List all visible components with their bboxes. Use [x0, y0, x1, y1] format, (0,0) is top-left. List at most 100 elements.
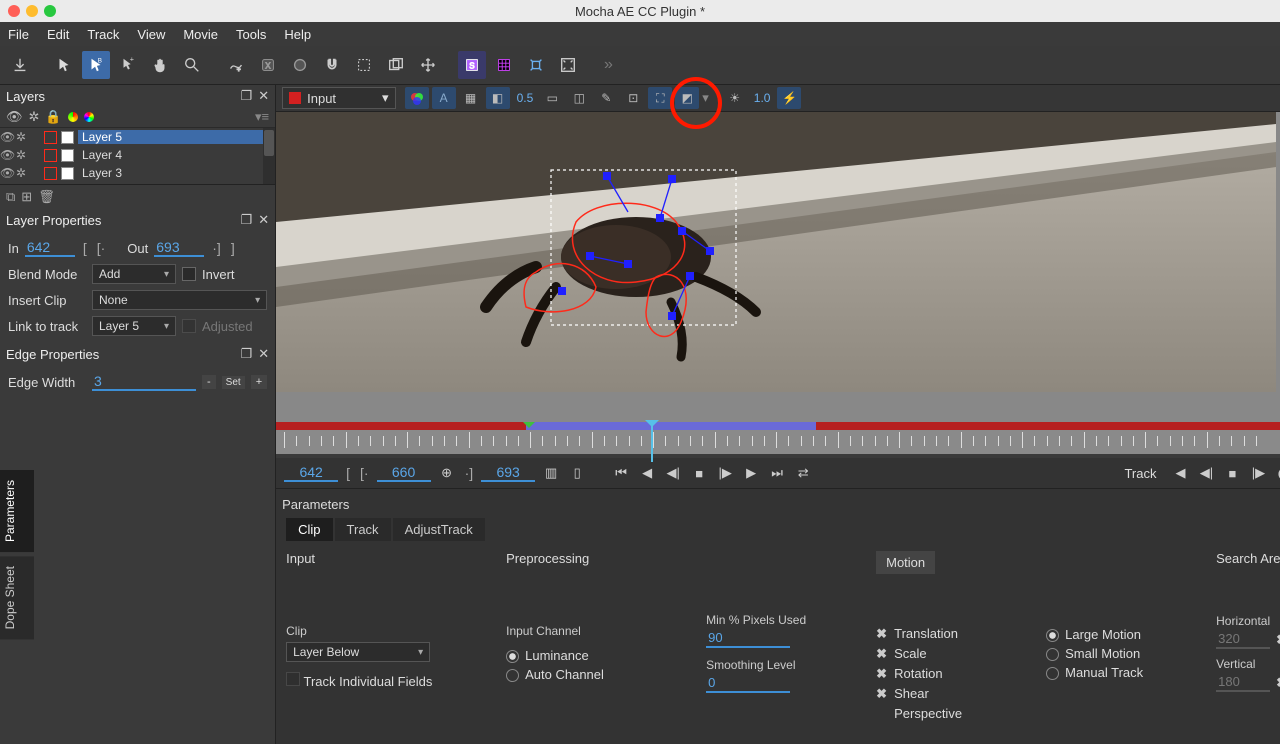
pan-tool[interactable] — [146, 51, 174, 79]
bezier-tool[interactable] — [286, 51, 314, 79]
track-stop-icon[interactable]: ■ — [1222, 463, 1242, 483]
viewer[interactable] — [276, 112, 1280, 422]
adjusted-checkbox[interactable] — [182, 319, 196, 333]
menu-track[interactable]: Track — [87, 27, 119, 42]
show-spline-tangents[interactable]: ◫ — [567, 87, 591, 109]
vertical-field[interactable] — [1216, 673, 1270, 692]
set-out-current[interactable]: ·] — [463, 465, 476, 481]
menu-file[interactable]: File — [8, 27, 29, 42]
panel-close-icon[interactable]: ✕ — [258, 88, 269, 104]
alpha-icon[interactable]: A — [432, 87, 456, 109]
range-out-field[interactable] — [481, 464, 535, 482]
bracket-in-cur[interactable]: [· — [95, 240, 108, 256]
panel-undock-icon[interactable]: ❐ — [241, 88, 253, 104]
lock-icon[interactable]: 🔒 — [45, 109, 61, 125]
tab-clip[interactable]: Clip — [286, 518, 332, 541]
tab-adjusttrack[interactable]: AdjustTrack — [393, 518, 485, 541]
horizontal-field[interactable] — [1216, 630, 1270, 649]
out-field[interactable] — [154, 239, 204, 257]
save-button[interactable] — [6, 51, 34, 79]
edge-width-set[interactable]: Set — [222, 376, 245, 389]
large-motion-radio[interactable] — [1046, 629, 1059, 642]
panel-close-icon[interactable]: ✕ — [258, 346, 269, 362]
layers-scrollbar[interactable] — [263, 128, 275, 184]
show-planar-grid[interactable] — [490, 51, 518, 79]
scale-checkbox[interactable]: ✖ — [876, 646, 890, 662]
color-picker-icon[interactable]: ✎ — [594, 87, 618, 109]
expand-view[interactable] — [554, 51, 582, 79]
enable-brightness[interactable]: ⚡ — [777, 87, 801, 109]
show-planar-surface[interactable]: S — [458, 51, 486, 79]
show-zoom-window[interactable]: ⊡ — [621, 87, 645, 109]
edge-width-plus[interactable]: + — [251, 375, 267, 389]
freehand-tool[interactable] — [350, 51, 378, 79]
xspline-tool[interactable]: + — [222, 51, 250, 79]
current-frame-field[interactable] — [377, 464, 431, 482]
panel-undock-icon[interactable]: ❐ — [241, 212, 253, 228]
blend-mode-select[interactable]: Add — [92, 264, 176, 284]
stabilize-icon[interactable]: ⛶ — [648, 87, 672, 109]
invert-checkbox[interactable] — [182, 267, 196, 281]
matte-color-icon[interactable] — [84, 112, 94, 122]
layer-row[interactable]: 👁✲Layer 5 — [0, 128, 275, 146]
panel-close-icon[interactable]: ✕ — [258, 212, 269, 228]
track-fwd-one-icon[interactable]: |▶ — [1248, 463, 1268, 483]
shear-checkbox[interactable]: ✖ — [876, 686, 890, 702]
step-fwd-icon[interactable]: |▶ — [715, 463, 735, 483]
toolbar-overflow-icon[interactable]: » — [604, 56, 613, 74]
menu-view[interactable]: View — [137, 27, 165, 42]
clip-select[interactable]: Layer Below — [286, 642, 430, 662]
edge-width-minus[interactable]: - — [202, 375, 216, 389]
group-layer-icon[interactable]: ⊞ — [21, 189, 32, 205]
gear-icon[interactable]: ✲ — [29, 109, 40, 125]
layer-row[interactable]: 👁✲Layer 4 — [0, 146, 275, 164]
trace-icon[interactable]: ◩ — [675, 87, 699, 109]
menu-help[interactable]: Help — [284, 27, 311, 42]
zoom-timeline-in-icon[interactable]: ⊕ — [437, 463, 457, 483]
vert-auto-checkbox[interactable]: ✖ — [1276, 675, 1280, 691]
zoom-tool[interactable] — [178, 51, 206, 79]
magnetic-tool[interactable] — [318, 51, 346, 79]
overlay-opacity[interactable]: 0.5 — [513, 91, 538, 105]
menu-edit[interactable]: Edit — [47, 27, 69, 42]
edge-width-field[interactable] — [92, 373, 196, 391]
tab-track[interactable]: Track — [335, 518, 391, 541]
bracket-in-start[interactable]: [ — [81, 240, 89, 256]
overlay-icon[interactable]: ◧ — [486, 87, 510, 109]
show-layer-mattes[interactable]: ▦ — [459, 87, 483, 109]
menu-tools[interactable]: Tools — [236, 27, 266, 42]
play-back-icon[interactable]: ◀ — [637, 463, 657, 483]
fit-timeline-icon[interactable]: ▯ — [567, 463, 587, 483]
rotation-checkbox[interactable]: ✖ — [876, 666, 890, 682]
timeline-ruler[interactable] — [276, 430, 1280, 454]
source-select[interactable]: Input▾ — [282, 87, 395, 109]
range-in-field[interactable] — [284, 464, 338, 482]
manual-track-radio[interactable] — [1046, 667, 1059, 680]
layers-menu-icon[interactable]: ▾≡ — [255, 109, 269, 125]
stop-icon[interactable]: ■ — [689, 463, 709, 483]
panel-undock-icon[interactable]: ❐ — [241, 346, 253, 362]
auto-channel-radio[interactable] — [506, 669, 519, 682]
small-motion-radio[interactable] — [1046, 648, 1059, 661]
duplicate-layer-icon[interactable]: ⧉ — [6, 189, 15, 205]
select-both-tool[interactable]: B — [82, 51, 110, 79]
min-pixels-field[interactable] — [706, 629, 790, 648]
track-individual-checkbox[interactable] — [286, 672, 300, 686]
translation-checkbox[interactable]: ✖ — [876, 626, 890, 642]
expand-surface[interactable] — [522, 51, 550, 79]
link-track-select[interactable]: Layer 5 — [92, 316, 176, 336]
in-marker[interactable] — [523, 422, 535, 434]
track-back-one-icon[interactable]: ◀| — [1196, 463, 1216, 483]
transform-tool[interactable] — [414, 51, 442, 79]
play-fwd-icon[interactable]: ▶ — [741, 463, 761, 483]
step-back-icon[interactable]: ◀| — [663, 463, 683, 483]
brightness-icon[interactable]: ☀ — [723, 87, 747, 109]
insert-clip-select[interactable]: None — [92, 290, 267, 310]
smoothing-field[interactable] — [706, 674, 790, 693]
track-fwd-icon[interactable]: 🅣 — [1274, 463, 1280, 483]
perspective-checkbox[interactable] — [876, 706, 890, 721]
go-end-icon[interactable]: ⏭ — [767, 463, 787, 483]
delete-layer-icon[interactable]: 🗑 — [38, 189, 55, 205]
horiz-auto-checkbox[interactable]: ✖ — [1276, 632, 1280, 648]
sidetab-parameters[interactable]: Parameters — [0, 470, 34, 552]
